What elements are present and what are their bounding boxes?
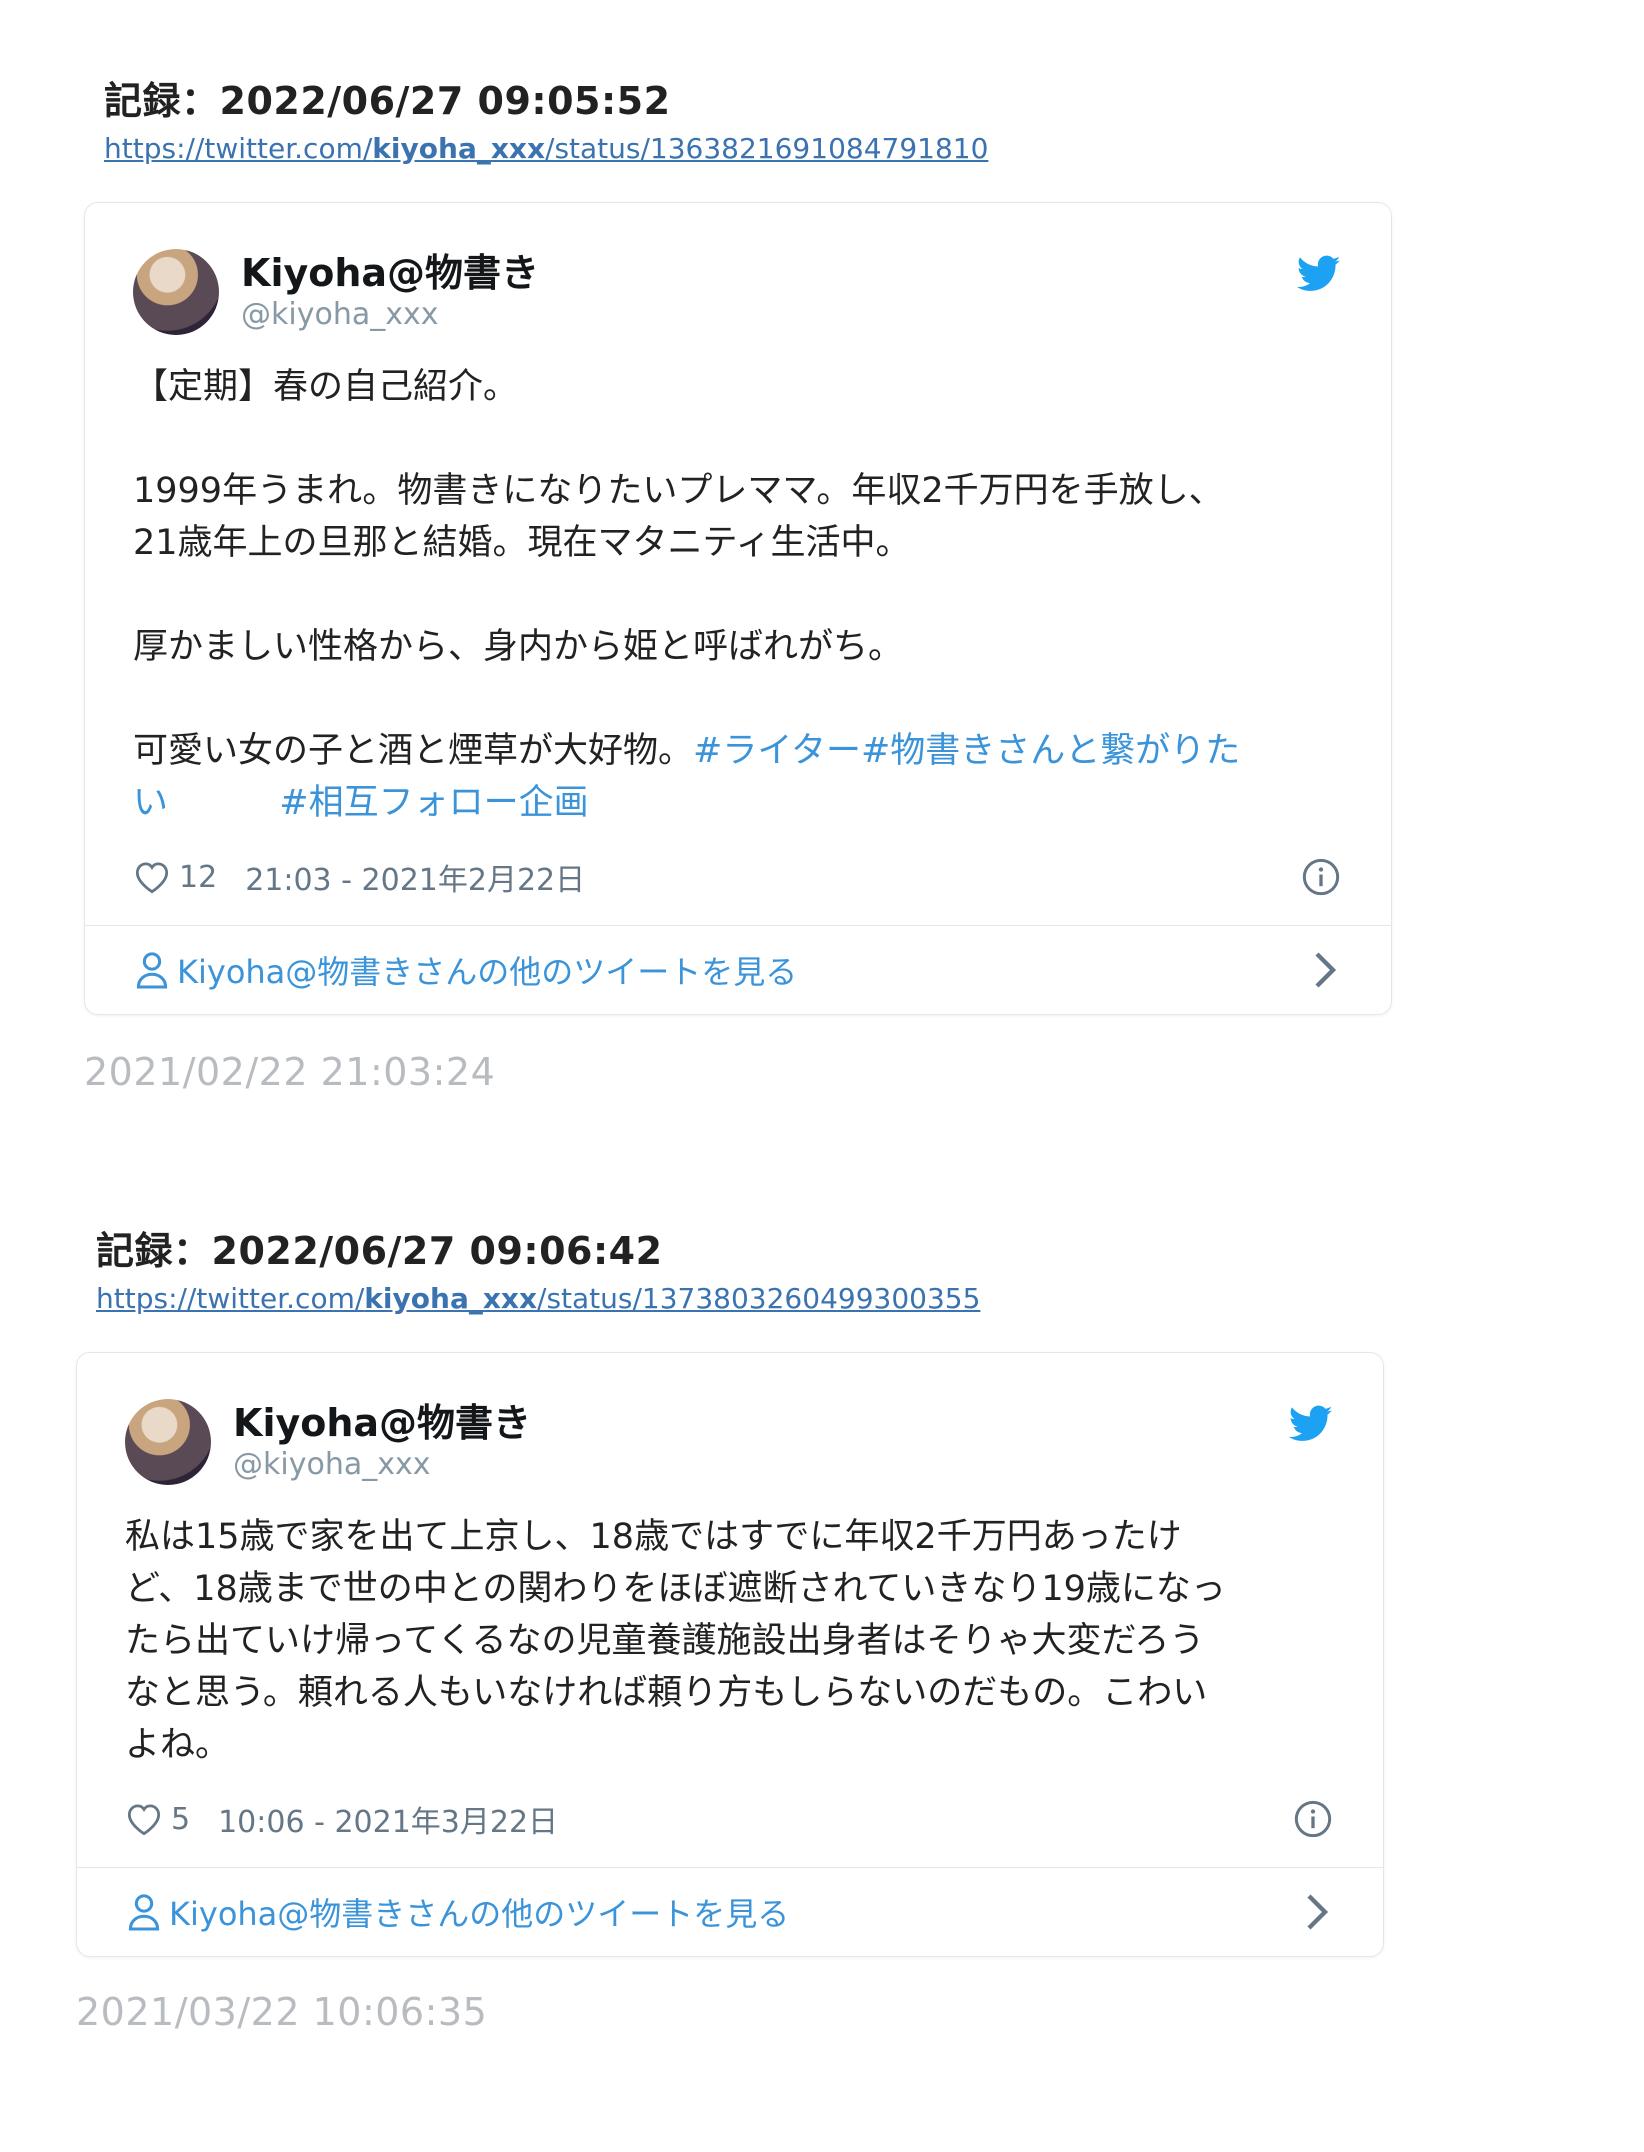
tweet-link[interactable]: https://twitter.com/kiyoha_xxx/status/13… (96, 1282, 980, 1316)
heart-icon[interactable] (125, 1802, 163, 1836)
tweet-header: Kiyoha@物書き @kiyoha_xxx (133, 247, 1347, 337)
capture-timestamp: 2021/02/22 21:03:24 (84, 1050, 496, 1094)
tweet-card[interactable]: Kiyoha@物書き @kiyoha_xxx 私は15歳で家を出て上京し、18歳… (76, 1352, 1384, 1957)
heart-icon[interactable] (133, 860, 171, 894)
tweet-timestamp[interactable]: 10:06 - 2021年3月22日 (218, 1797, 558, 1841)
tweet-meta: 12 21:03 - 2021年2月22日 (133, 847, 1347, 907)
display-name[interactable]: Kiyoha@物書き (241, 251, 539, 296)
view-more-link[interactable]: Kiyoha@物書きさんの他のツイートを見る (77, 1867, 1383, 1956)
tweet-link[interactable]: https://twitter.com/kiyoha_xxx/status/13… (104, 132, 988, 166)
chevron-right-icon[interactable] (1305, 1892, 1329, 1932)
tweet-card[interactable]: Kiyoha@物書き @kiyoha_xxx 【定期】春の自己紹介。 1999年… (84, 202, 1392, 1015)
hashtag-link[interactable]: #ライター (693, 731, 861, 771)
record-2-header: 記録：2022/06/27 09:06:42 https://twitter.c… (96, 1229, 980, 1316)
person-icon (136, 952, 168, 989)
info-icon[interactable] (1293, 1799, 1333, 1839)
avatar[interactable] (125, 1399, 211, 1485)
user-handle[interactable]: @kiyoha_xxx (233, 1447, 531, 1483)
view-more-label[interactable]: Kiyoha@物書きさんの他のツイートを見る (177, 947, 797, 993)
record-title: 記録：2022/06/27 09:06:42 (96, 1229, 663, 1273)
hashtag-link[interactable]: #相互フォロー企画 (279, 783, 588, 823)
user-handle[interactable]: @kiyoha_xxx (241, 297, 539, 333)
twitter-bird-icon[interactable] (1289, 1405, 1333, 1443)
tweet-text: 私は15歳で家を出て上京し、18歳ではすでに年収2千万円あったけ ど、18歳まで… (125, 1517, 1226, 1765)
capture-timestamp: 2021/03/22 10:06:35 (76, 1990, 488, 2034)
tweet-header: Kiyoha@物書き @kiyoha_xxx (125, 1397, 1339, 1487)
like-count: 5 (171, 1801, 191, 1837)
tweet-timestamp[interactable]: 21:03 - 2021年2月22日 (245, 855, 585, 899)
like-count: 12 (179, 859, 218, 895)
display-name[interactable]: Kiyoha@物書き (233, 1401, 531, 1446)
tweet-text: 【定期】春の自己紹介。 1999年うまれ。物書きになりたいプレママ。年収2千万円… (133, 367, 1241, 823)
record-title: 記録：2022/06/27 09:05:52 (104, 79, 671, 123)
tweet-meta: 5 10:06 - 2021年3月22日 (125, 1789, 1339, 1849)
view-more-link[interactable]: Kiyoha@物書きさんの他のツイートを見る (85, 925, 1391, 1014)
record-1-header: 記録：2022/06/27 09:05:52 https://twitter.c… (104, 79, 988, 166)
info-icon[interactable] (1301, 857, 1341, 897)
chevron-right-icon[interactable] (1313, 950, 1337, 990)
view-more-label[interactable]: Kiyoha@物書きさんの他のツイートを見る (169, 1889, 789, 1935)
person-icon (128, 1894, 160, 1931)
twitter-bird-icon[interactable] (1297, 255, 1341, 293)
avatar[interactable] (133, 249, 219, 335)
